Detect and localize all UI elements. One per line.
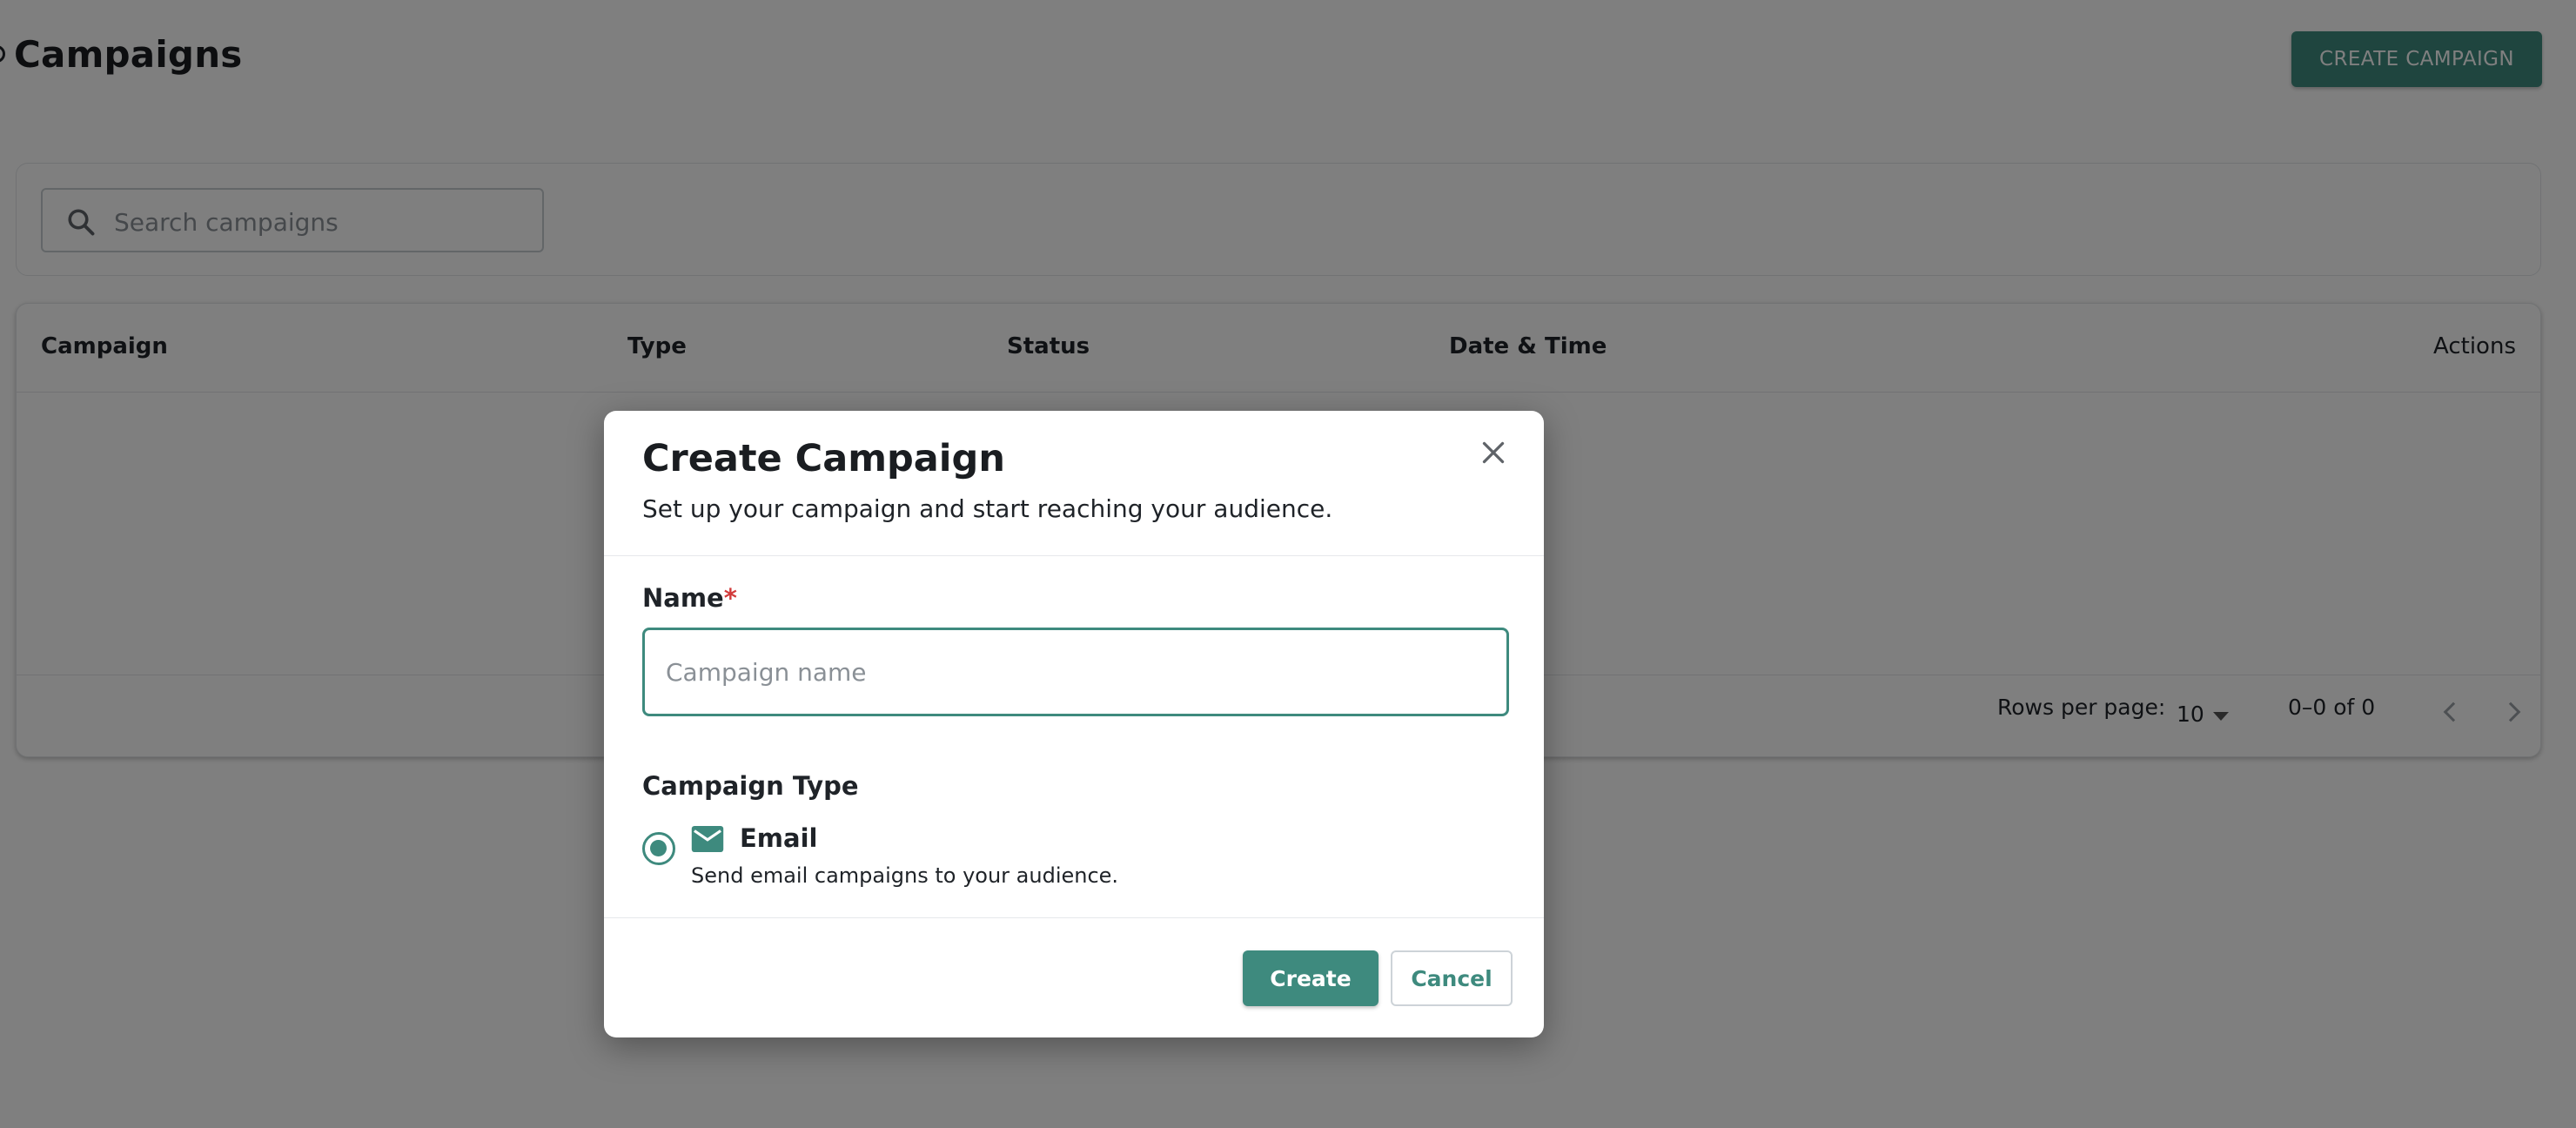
- email-option-label[interactable]: Email: [740, 823, 817, 853]
- email-icon: [691, 825, 724, 853]
- name-field-label: Name*: [642, 583, 737, 613]
- close-icon[interactable]: [1478, 437, 1509, 468]
- create-button[interactable]: Create: [1243, 950, 1379, 1006]
- name-label-text: Name: [642, 583, 724, 613]
- dialog-title: Create Campaign: [642, 437, 1005, 480]
- email-type-radio[interactable]: [642, 832, 675, 865]
- dialog-footer-divider: [604, 917, 1544, 918]
- email-option-description: Send email campaigns to your audience.: [691, 863, 1119, 888]
- cancel-button[interactable]: Cancel: [1391, 950, 1513, 1006]
- campaign-type-label: Campaign Type: [642, 771, 859, 801]
- required-indicator: *: [723, 583, 737, 613]
- dialog-subtitle: Set up your campaign and start reaching …: [642, 494, 1333, 523]
- dialog-divider: [604, 555, 1544, 556]
- campaign-name-input[interactable]: [642, 628, 1509, 716]
- create-campaign-dialog: Create Campaign Set up your campaign and…: [604, 411, 1544, 1037]
- radio-selected-dot: [650, 840, 667, 856]
